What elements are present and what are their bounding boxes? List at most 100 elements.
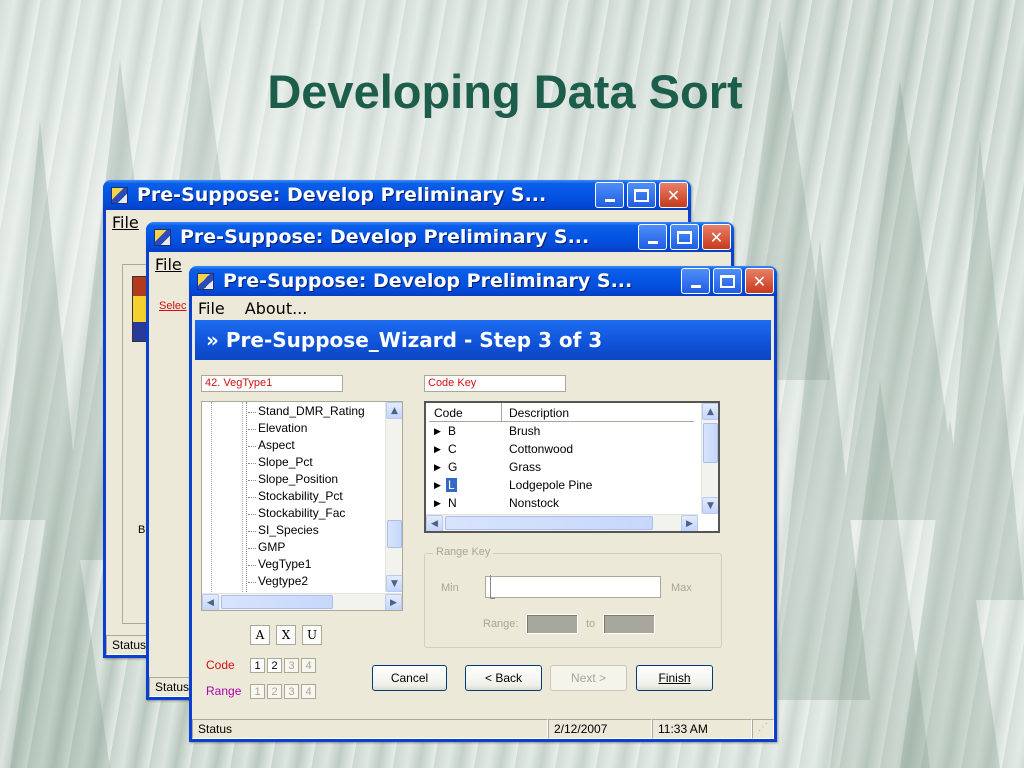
row-pointer-icon: ▶ (434, 498, 441, 508)
scroll-thumb[interactable] (703, 423, 718, 463)
range-label: Range: (483, 618, 519, 630)
menubar: File About... (192, 296, 774, 320)
code-label: Code (206, 658, 235, 672)
range-2-button[interactable]: 2 (267, 684, 282, 699)
scroll-up-icon[interactable]: ▲ (702, 403, 718, 420)
scroll-thumb[interactable] (445, 516, 653, 530)
menu-file[interactable]: File (112, 213, 139, 232)
grid-horizontal-scrollbar[interactable]: ◀ ▶ (426, 514, 698, 531)
scroll-right-icon[interactable]: ▶ (681, 515, 698, 531)
tree-item[interactable]: Vegtype2 (247, 574, 308, 588)
scroll-thumb[interactable] (221, 595, 333, 609)
minimize-button[interactable] (595, 182, 624, 208)
next-button[interactable]: Next > (550, 665, 627, 691)
maximize-button[interactable] (713, 268, 742, 294)
status-text: Status (106, 635, 150, 655)
code-key-label: Code Key (424, 375, 566, 392)
close-button[interactable]: ✕ (702, 224, 731, 250)
tree-item[interactable]: GMP (247, 540, 285, 554)
window-title: Pre-Suppose: Develop Preliminary S... (180, 226, 590, 248)
wizard-window[interactable]: Pre-Suppose: Develop Preliminary S... ✕ … (189, 266, 777, 742)
header-code[interactable]: Code (434, 406, 463, 420)
to-label: to (586, 618, 596, 630)
description-cell: Lodgepole Pine (509, 478, 593, 492)
range-4-button[interactable]: 4 (301, 684, 316, 699)
code-4-button[interactable]: 4 (301, 658, 316, 673)
back-button[interactable]: < Back (465, 665, 542, 691)
tree-item[interactable]: VegType1 (247, 557, 311, 571)
code-1-button[interactable]: 1 (250, 658, 265, 673)
range-label: Range (206, 684, 242, 698)
window-title: Pre-Suppose: Develop Preliminary S... (223, 270, 633, 292)
titlebar[interactable]: Pre-Suppose: Develop Preliminary S... ✕ (189, 266, 777, 296)
range-from-field[interactable] (526, 614, 578, 634)
status-text: Status (149, 677, 193, 697)
range-slider[interactable] (485, 575, 661, 599)
statusbar: Status 2/12/2007 11:33 AM ⋰ (192, 719, 774, 739)
sort-u-button[interactable]: U (302, 625, 322, 645)
tree-guide-inner (246, 402, 247, 592)
tree-item[interactable]: SI_Species (248, 523, 319, 537)
slider-thumb[interactable] (490, 575, 495, 599)
scroll-down-icon[interactable]: ▼ (702, 497, 718, 514)
app-icon (111, 186, 128, 204)
tree-horizontal-scrollbar[interactable]: ◀ ▶ (202, 593, 402, 610)
scroll-left-icon[interactable]: ◀ (426, 515, 443, 531)
status-text: Status (192, 719, 548, 739)
scroll-thumb[interactable] (387, 520, 402, 548)
menu-about[interactable]: About... (245, 299, 308, 318)
sort-a-button[interactable]: A (250, 625, 270, 645)
scroll-up-icon[interactable]: ▲ (386, 402, 402, 419)
close-button[interactable]: ✕ (659, 182, 688, 208)
tree-vertical-scrollbar[interactable]: ▲ ▼ (385, 402, 402, 592)
scroll-down-icon[interactable]: ▼ (386, 575, 402, 592)
scroll-right-icon[interactable]: ▶ (385, 594, 402, 610)
description-cell: Cottonwood (509, 442, 574, 456)
titlebar[interactable]: Pre-Suppose: Develop Preliminary S... ✕ (146, 222, 734, 252)
range-3-button[interactable]: 3 (284, 684, 299, 699)
tree-item[interactable]: Slope_Pct (248, 455, 313, 469)
code-3-button[interactable]: 3 (284, 658, 299, 673)
finish-button[interactable]: Finish (636, 665, 713, 691)
close-button[interactable]: ✕ (745, 268, 774, 294)
select-link[interactable]: Selec (159, 300, 187, 312)
range-1-button[interactable]: 1 (250, 684, 265, 699)
maximize-button[interactable] (627, 182, 656, 208)
code-grid[interactable]: Code Description ▶ B Brush ▶ C Cottonwoo… (424, 401, 720, 533)
sort-x-button[interactable]: X (276, 625, 296, 645)
titlebar[interactable]: Pre-Suppose: Develop Preliminary S... ✕ (103, 180, 691, 210)
max-label: Max (671, 582, 692, 594)
header-description[interactable]: Description (509, 406, 569, 420)
resize-grip-icon[interactable]: ⋰ (752, 719, 774, 739)
row-pointer-icon: ▶ (434, 444, 441, 454)
grid-vertical-scrollbar[interactable]: ▲ ▼ (701, 403, 718, 514)
row-pointer-icon: ▶ (434, 426, 441, 436)
slide-title: Developing Data Sort (267, 65, 743, 118)
range-key-title: Range Key (433, 546, 494, 558)
tree-item[interactable]: Slope_Position (247, 472, 338, 486)
row-pointer-icon: ▶ (434, 462, 441, 472)
tree-guides (211, 402, 243, 592)
description-cell: Grass (509, 460, 542, 474)
tree-item[interactable]: Elevation (247, 421, 307, 435)
menu-file[interactable]: File (198, 299, 225, 318)
status-time: 11:33 AM (652, 719, 752, 739)
tree-item[interactable]: Stockability_Pct (248, 489, 343, 503)
tree-item[interactable]: Stand_DMR_Rating (248, 404, 365, 418)
code-2-button[interactable]: 2 (267, 658, 282, 673)
app-icon (197, 272, 214, 290)
tree-item[interactable]: Aspect (248, 438, 295, 452)
tree-item[interactable]: Stockability_Fac (247, 506, 345, 520)
cancel-button[interactable]: Cancel (372, 665, 447, 691)
scroll-left-icon[interactable]: ◀ (202, 594, 219, 610)
minimize-button[interactable] (638, 224, 667, 250)
grid-header: Code Description (429, 403, 694, 422)
minimize-button[interactable] (681, 268, 710, 294)
field-tree[interactable]: Stand_DMR_Rating Elevation Aspect Slope_… (201, 401, 403, 611)
selected-field-label: 42. VegType1 (201, 375, 343, 392)
menu-file[interactable]: File (155, 255, 182, 274)
range-to-field[interactable] (603, 614, 655, 634)
code-cell: L (446, 478, 457, 492)
code-cell: G (448, 460, 458, 474)
maximize-button[interactable] (670, 224, 699, 250)
